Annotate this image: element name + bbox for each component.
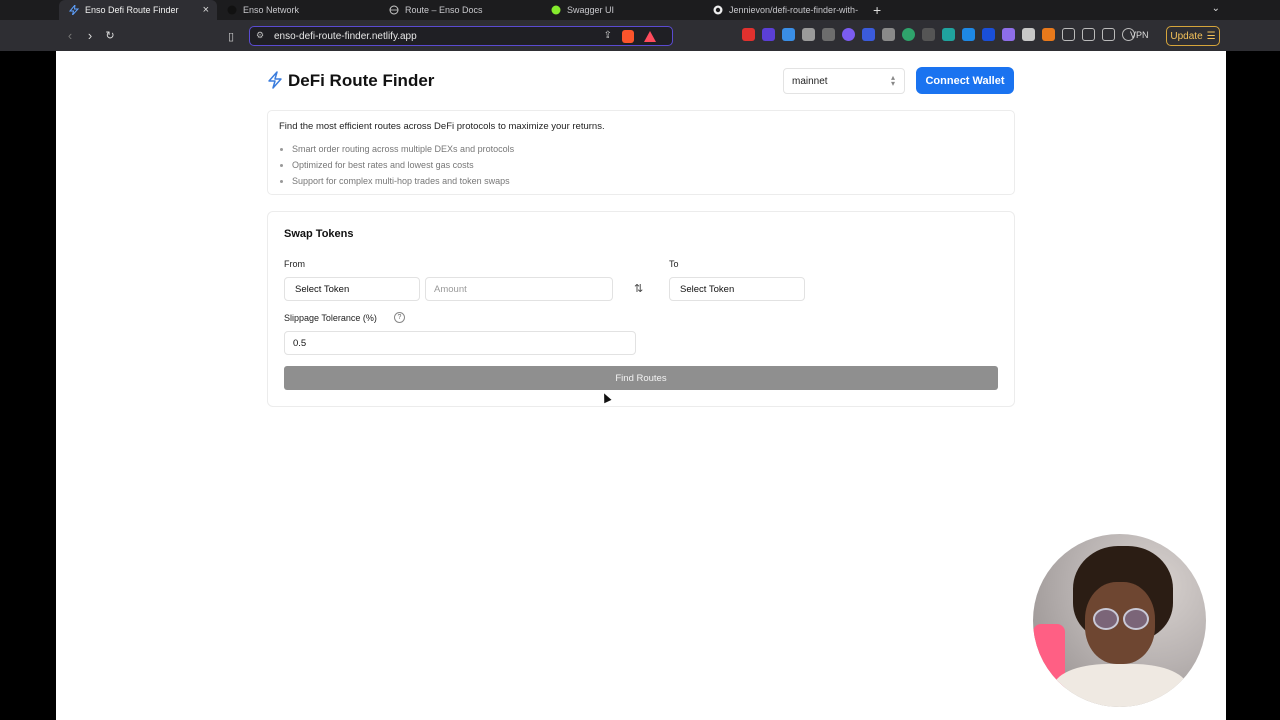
extensions-bar	[742, 28, 1135, 41]
bolt-icon	[69, 5, 79, 15]
network-select[interactable]: mainnet ▴ ▾	[783, 68, 905, 94]
extension-icon[interactable]	[762, 28, 775, 41]
find-routes-button[interactable]: Find Routes	[284, 366, 998, 390]
tab-label: Enso Network	[243, 5, 300, 15]
site-settings-icon[interactable]: ⚙	[256, 30, 264, 41]
glasses-left	[1093, 608, 1119, 630]
browser-tab-bar: Enso Defi Route Finder × Enso Network Ro…	[0, 0, 1280, 20]
slippage-label: Slippage Tolerance (%)	[284, 313, 377, 323]
tab-enso-defi-route-finder[interactable]: Enso Defi Route Finder ×	[59, 0, 217, 20]
connect-wallet-button[interactable]: Connect Wallet	[916, 67, 1014, 94]
extension-icon[interactable]	[902, 28, 915, 41]
menu-icon: ☰	[1206, 30, 1216, 42]
chevron-down-icon[interactable]: ⌄	[1212, 3, 1220, 14]
wallet-icon[interactable]	[1102, 28, 1115, 41]
extension-icon[interactable]	[922, 28, 935, 41]
select-caret-icon: ▴ ▾	[890, 73, 895, 88]
extension-icon[interactable]	[1002, 28, 1015, 41]
globe-icon	[389, 5, 399, 15]
tab-label: Route – Enso Docs	[405, 5, 483, 15]
update-button[interactable]: Update ☰	[1166, 26, 1220, 46]
list-item: Smart order routing across multiple DEXs…	[280, 141, 1003, 157]
address-bar[interactable]: ⚙ enso-defi-route-finder.netlify.app ⇪	[249, 26, 673, 46]
back-icon[interactable]: ‹	[60, 28, 80, 43]
bullet-icon	[280, 179, 283, 183]
network-value: mainnet	[792, 75, 828, 87]
list-item: Optimized for best rates and lowest gas …	[280, 157, 1003, 173]
forward-icon[interactable]: ›	[80, 28, 100, 43]
close-icon[interactable]: ×	[203, 4, 209, 16]
webcam-overlay	[1033, 534, 1206, 707]
list-item: Support for complex multi-hop trades and…	[280, 173, 1003, 189]
reload-icon[interactable]: ↻	[100, 29, 120, 42]
bullet-icon	[280, 163, 283, 167]
help-circle-icon[interactable]: ?	[394, 312, 405, 323]
feature-text: Optimized for best rates and lowest gas …	[292, 160, 474, 170]
extension-icon[interactable]	[802, 28, 815, 41]
tab-swagger-ui[interactable]: Swagger UI	[541, 0, 703, 20]
sidebar-icon[interactable]	[1082, 28, 1095, 41]
swap-card: Swap Tokens From To Select Token Amount …	[267, 211, 1015, 407]
bookmark-icon[interactable]: ▯	[228, 30, 234, 43]
brave-shields-icon[interactable]	[622, 30, 634, 43]
tab-enso-docs[interactable]: Route – Enso Docs	[379, 0, 541, 20]
update-label: Update	[1170, 30, 1203, 42]
presenter-shirt	[1053, 664, 1188, 707]
share-icon[interactable]: ⇪	[604, 30, 612, 41]
extension-icon[interactable]	[742, 28, 755, 41]
to-token-select[interactable]: Select Token	[669, 277, 805, 301]
tab-github-repo[interactable]: Jennievon/defi-route-finder-with-	[703, 0, 865, 20]
extension-icon[interactable]	[782, 28, 795, 41]
amount-input[interactable]: Amount	[425, 277, 613, 301]
feature-text: Smart order routing across multiple DEXs…	[292, 144, 515, 154]
tab-label: Jennievon/defi-route-finder-with-	[729, 5, 859, 15]
swagger-icon	[551, 5, 561, 15]
url-text: enso-defi-route-finder.netlify.app	[274, 30, 417, 42]
extensions-puzzle-icon[interactable]	[1062, 28, 1075, 41]
bullet-icon	[280, 147, 283, 151]
tab-label: Enso Defi Route Finder	[85, 5, 179, 15]
from-label: From	[284, 259, 305, 269]
to-label: To	[669, 259, 679, 269]
app-header: DeFi Route Finder mainnet ▴ ▾ Connect Wal…	[267, 67, 1015, 95]
brave-rewards-icon[interactable]	[644, 31, 656, 42]
from-token-select[interactable]: Select Token	[284, 277, 420, 301]
vpn-button[interactable]: VPN	[1130, 30, 1149, 40]
glasses-right	[1123, 608, 1149, 630]
extension-icon[interactable]	[842, 28, 855, 41]
extension-icon[interactable]	[982, 28, 995, 41]
page-title: DeFi Route Finder	[288, 71, 435, 90]
extension-icon[interactable]	[942, 28, 955, 41]
extension-icon[interactable]	[822, 28, 835, 41]
extension-icon[interactable]	[882, 28, 895, 41]
enso-logo-icon	[227, 5, 237, 15]
tab-label: Swagger UI	[567, 5, 615, 15]
info-card: Find the most efficient routes across De…	[267, 110, 1015, 195]
extension-icon[interactable]	[1022, 28, 1035, 41]
tab-enso-network[interactable]: Enso Network	[217, 0, 379, 20]
swap-title: Swap Tokens	[284, 228, 354, 240]
extension-icon[interactable]	[862, 28, 875, 41]
bolt-icon	[267, 71, 283, 89]
metamask-icon[interactable]	[1042, 28, 1055, 41]
extension-icon[interactable]	[962, 28, 975, 41]
new-tab-button[interactable]: +	[873, 2, 881, 18]
feature-text: Support for complex multi-hop trades and…	[292, 176, 510, 186]
swap-arrows-icon[interactable]: ⇅	[634, 282, 643, 295]
slippage-input[interactable]: 0.5	[284, 331, 636, 355]
feature-list: Smart order routing across multiple DEXs…	[280, 141, 1003, 189]
info-lead: Find the most efficient routes across De…	[279, 121, 605, 132]
github-icon	[713, 5, 723, 15]
